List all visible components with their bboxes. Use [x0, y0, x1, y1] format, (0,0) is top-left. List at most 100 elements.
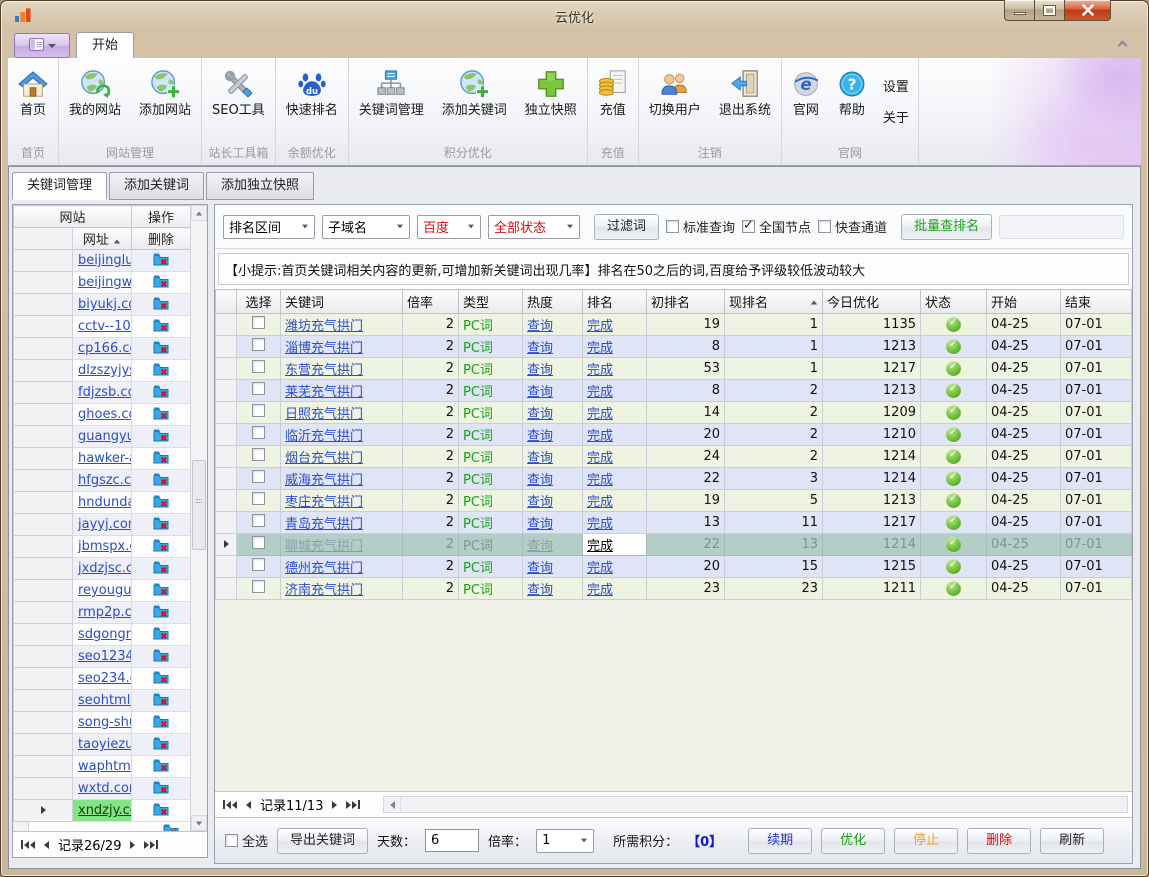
row-checkbox[interactable]	[252, 580, 265, 593]
keyword-row[interactable]: 东营充气拱门2PC词查询完成531121704-2507-01	[216, 358, 1132, 380]
site-link[interactable]: xndzjy.com	[78, 803, 132, 818]
delete-site-icon[interactable]	[153, 277, 169, 292]
site-link[interactable]: song-shu.com	[78, 715, 132, 730]
row-checkbox[interactable]	[252, 558, 265, 571]
keyword-link[interactable]: 威海充气拱门	[285, 473, 363, 488]
site-row[interactable]: cctv--10.com	[14, 316, 191, 338]
heat-query-link[interactable]: 查询	[527, 517, 553, 532]
keyword-link[interactable]: 潍坊充气拱门	[285, 319, 363, 334]
delete-site-icon[interactable]	[153, 629, 169, 644]
rank-status-link[interactable]: 完成	[587, 385, 613, 400]
renew-button[interactable]: 续期	[748, 828, 812, 854]
row-checkbox[interactable]	[252, 316, 265, 329]
quick-access-button[interactable]	[14, 33, 70, 58]
delete-site-icon[interactable]	[153, 585, 169, 600]
keyword-link[interactable]: 德州充气拱门	[285, 561, 363, 576]
site-link[interactable]: cctv--10.com	[78, 319, 132, 334]
column-header-热度[interactable]: 热度	[523, 290, 583, 314]
keyword-link[interactable]: 青岛充气拱门	[285, 517, 363, 532]
row-checkbox[interactable]	[252, 492, 265, 505]
ribbon-button-add-site[interactable]: 添加网站	[130, 58, 200, 143]
keyword-row[interactable]: 烟台充气拱门2PC词查询完成242121404-2507-01	[216, 446, 1132, 468]
site-link[interactable]: cp166.com	[78, 341, 132, 356]
row-checkbox[interactable]	[252, 404, 265, 417]
optimize-button[interactable]: 优化	[821, 828, 885, 854]
prev-page-button[interactable]	[44, 841, 49, 849]
ribbon-button-home[interactable]: 首页	[9, 58, 57, 143]
column-header-排名[interactable]: 排名	[583, 290, 647, 314]
heat-query-link[interactable]: 查询	[527, 451, 553, 466]
row-checkbox[interactable]	[252, 536, 265, 549]
column-header-结束[interactable]: 结束	[1061, 290, 1132, 314]
row-checkbox[interactable]	[252, 382, 265, 395]
rank-status-link[interactable]: 完成	[587, 583, 613, 598]
select-all-checkbox[interactable]	[225, 834, 238, 847]
site-link[interactable]: jbmspx.com	[78, 539, 132, 554]
rank-status-link[interactable]: 完成	[587, 341, 613, 356]
standard-query-checkbox-wrap[interactable]: 标准查询	[666, 217, 735, 236]
heat-query-link[interactable]: 查询	[527, 561, 553, 576]
delete-site-icon[interactable]	[153, 343, 169, 358]
delete-site-icon[interactable]	[153, 409, 169, 424]
heat-query-link[interactable]: 查询	[527, 319, 553, 334]
column-header-状态[interactable]: 状态	[921, 290, 987, 314]
delete-site-icon[interactable]	[153, 739, 169, 754]
column-header-开始[interactable]: 开始	[987, 290, 1061, 314]
ribbon-button-my-sites[interactable]: 我的网站	[60, 58, 130, 143]
keyword-link[interactable]: 烟台充气拱门	[285, 451, 363, 466]
national-node-checkbox[interactable]	[742, 220, 755, 233]
column-header-现排名[interactable]: 现排名	[725, 290, 823, 314]
delete-site-icon[interactable]	[153, 387, 169, 402]
keyword-row[interactable]: 莱芜充气拱门2PC词查询完成82121304-2507-01	[216, 380, 1132, 402]
keyword-row[interactable]: 威海充气拱门2PC词查询完成223121404-2507-01	[216, 468, 1132, 490]
rank-status-link[interactable]: 完成	[587, 517, 613, 532]
ribbon-button-official-site[interactable]: e官网	[783, 58, 829, 143]
row-checkbox[interactable]	[252, 360, 265, 373]
site-row[interactable]: jxdzjsc.com	[14, 558, 191, 580]
heat-query-link[interactable]: 查询	[527, 429, 553, 444]
site-link[interactable]: seo1234567....	[78, 649, 132, 664]
ribbon-button-help[interactable]: ?帮助	[829, 58, 875, 143]
column-header-选择[interactable]: 选择	[237, 290, 281, 314]
site-row[interactable]: dlzszyjys.com	[14, 360, 191, 382]
keyword-link[interactable]: 淄博充气拱门	[285, 341, 363, 356]
delete-site-icon[interactable]	[153, 255, 169, 270]
row-checkbox[interactable]	[252, 448, 265, 461]
site-row[interactable]: seo1234567....	[14, 646, 191, 668]
keyword-link[interactable]: 临沂充气拱门	[285, 429, 363, 444]
delete-site-icon[interactable]	[153, 695, 169, 710]
heat-query-link[interactable]: 查询	[527, 473, 553, 488]
row-checkbox[interactable]	[252, 338, 265, 351]
site-link[interactable]: fdjzsb.com	[78, 385, 132, 400]
ribbon-button-quick-rank[interactable]: du快速排名	[277, 58, 347, 143]
keyword-row[interactable]: 德州充气拱门2PC词查询完成2015121504-2507-01	[216, 556, 1132, 578]
site-link[interactable]: dlzszyjys.com	[78, 363, 132, 378]
site-link[interactable]: reyouguolu.c...	[78, 583, 132, 598]
site-row[interactable]: taoyiezu.com	[14, 734, 191, 756]
site-row[interactable]: xndzjy.com	[14, 800, 191, 822]
keyword-link[interactable]: 日照充气拱门	[285, 407, 363, 422]
delete-site-icon[interactable]	[153, 541, 169, 556]
keyword-row[interactable]: 聊城充气拱门2PC词查询完成2213121404-2507-01	[216, 534, 1132, 556]
first-page-button[interactable]	[21, 840, 35, 849]
ribbon-button-recharge[interactable]: 充值	[589, 58, 637, 143]
site-row[interactable]: seo234.cn	[14, 668, 191, 690]
site-link[interactable]: seo234.cn	[78, 671, 132, 686]
delete-site-icon[interactable]	[153, 519, 169, 534]
fast-channel-checkbox[interactable]	[818, 220, 831, 233]
site-row[interactable]: wxtd.com.cn	[14, 778, 191, 800]
heat-query-link[interactable]: 查询	[527, 363, 553, 378]
site-row[interactable]: fdjzsb.com	[14, 382, 191, 404]
heat-query-link[interactable]: 查询	[527, 539, 553, 554]
minimize-button[interactable]	[1004, 0, 1035, 21]
export-keywords-button[interactable]: 导出关键词	[277, 828, 368, 854]
delete-site-icon[interactable]	[153, 431, 169, 446]
column-header-类型[interactable]: 类型	[459, 290, 523, 314]
site-link[interactable]: jayyj.com	[78, 517, 132, 532]
rank-range-dropdown[interactable]: 排名区间	[223, 215, 315, 239]
rank-status-link[interactable]: 完成	[587, 319, 613, 334]
heat-query-link[interactable]: 查询	[527, 341, 553, 356]
rank-status-link[interactable]: 完成	[587, 473, 613, 488]
column-header-初排名[interactable]: 初排名	[647, 290, 725, 314]
close-button[interactable]	[1064, 0, 1111, 21]
